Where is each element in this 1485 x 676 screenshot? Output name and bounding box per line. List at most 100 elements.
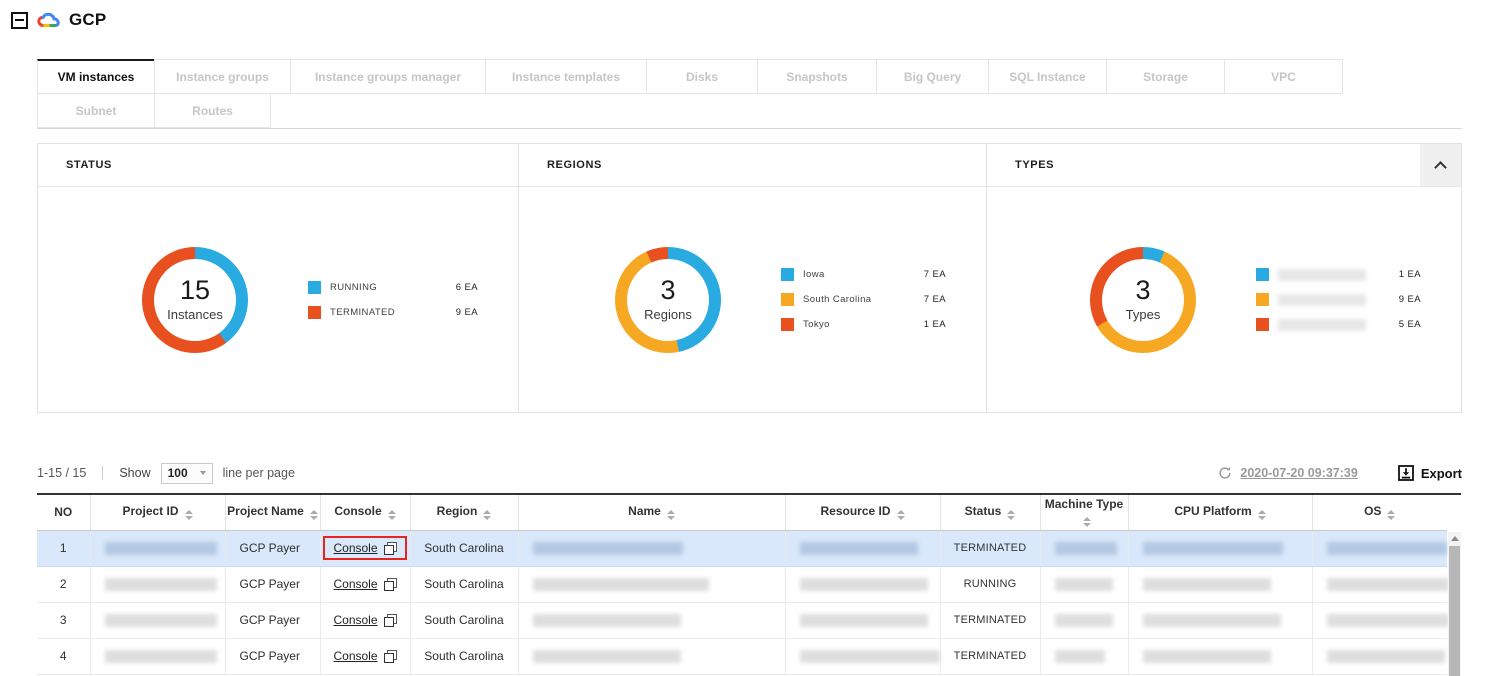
tab-subnet[interactable]: Subnet bbox=[37, 93, 155, 128]
cell-machine-type-redacted bbox=[1040, 602, 1128, 638]
cell-resource-id-redacted bbox=[785, 638, 940, 674]
page-size-select[interactable]: 100 bbox=[161, 463, 213, 484]
chevron-up-icon bbox=[1434, 161, 1447, 174]
tab-vpc[interactable]: VPC bbox=[1224, 59, 1343, 94]
tab-big-query[interactable]: Big Query bbox=[876, 59, 989, 94]
table-scrollbar[interactable] bbox=[1448, 532, 1461, 676]
type1-label-redacted bbox=[1278, 269, 1399, 281]
running-label: RUNNING bbox=[330, 282, 456, 293]
pagination-range: 1-15 / 15 bbox=[37, 466, 86, 480]
tokyo-swatch bbox=[781, 318, 794, 331]
sort-icon[interactable] bbox=[310, 510, 318, 520]
panel-regions-body: 3 Regions Iowa 7 EA South Carolina 7 EA bbox=[519, 187, 986, 412]
console-link[interactable]: Console bbox=[333, 649, 396, 663]
vm-instances-table: NO Project ID Project Name Console Regio… bbox=[37, 493, 1461, 676]
cell-status: TERMINATED bbox=[940, 602, 1040, 638]
table-row[interactable]: 1 GCP Payer Console South Carolina TERMI… bbox=[37, 530, 1447, 566]
dashboard-panels: STATUS 15 Instances RUNNING 6 EA TERMINA… bbox=[37, 143, 1462, 413]
tab-instance-groups-manager[interactable]: Instance groups manager bbox=[290, 59, 486, 94]
sort-icon[interactable] bbox=[1258, 510, 1266, 520]
cell-project-id-redacted bbox=[90, 530, 225, 566]
app-header: GCP bbox=[11, 10, 106, 30]
tab-sql-instance[interactable]: SQL Instance bbox=[988, 59, 1107, 94]
col-status[interactable]: Status bbox=[940, 495, 1040, 530]
controls-divider bbox=[102, 466, 103, 480]
cell-region: South Carolina bbox=[410, 602, 518, 638]
sort-icon[interactable] bbox=[483, 510, 491, 520]
scrollbar-up-arrow-icon[interactable] bbox=[1451, 536, 1459, 541]
regions-donut-chart: 3 Regions bbox=[615, 247, 721, 353]
tab-disks[interactable]: Disks bbox=[646, 59, 758, 94]
open-in-new-icon bbox=[384, 614, 397, 627]
console-highlight-box: Console bbox=[323, 536, 406, 560]
sort-icon[interactable] bbox=[1387, 510, 1395, 520]
status-total-value: 15 bbox=[180, 277, 210, 304]
regions-legend: Iowa 7 EA South Carolina 7 EA Tokyo 1 EA bbox=[781, 268, 986, 331]
sort-icon[interactable] bbox=[388, 510, 396, 520]
col-cpu-platform[interactable]: CPU Platform bbox=[1128, 495, 1312, 530]
table-controls: 1-15 / 15 Show 100 line per page 2020-07… bbox=[37, 458, 1462, 488]
open-in-new-icon bbox=[384, 578, 397, 591]
terminated-value: 9 EA bbox=[456, 307, 478, 318]
col-resource-id[interactable]: Resource ID bbox=[785, 495, 940, 530]
col-project-id[interactable]: Project ID bbox=[90, 495, 225, 530]
export-button[interactable]: Export bbox=[1398, 465, 1462, 481]
tab-instance-groups[interactable]: Instance groups bbox=[154, 59, 291, 94]
refresh-button[interactable] bbox=[1218, 466, 1232, 480]
cell-project-name: GCP Payer bbox=[225, 530, 320, 566]
cell-no: 3 bbox=[37, 602, 90, 638]
col-name[interactable]: Name bbox=[518, 495, 785, 530]
tab-vm-instances[interactable]: VM instances bbox=[37, 59, 155, 94]
open-in-new-icon bbox=[384, 650, 397, 663]
gcp-cloud-logo-icon bbox=[37, 12, 60, 29]
download-icon bbox=[1398, 465, 1414, 481]
status-total-label: Instances bbox=[167, 307, 223, 322]
cell-resource-id-redacted bbox=[785, 530, 940, 566]
type2-swatch bbox=[1256, 293, 1269, 306]
table-row[interactable]: 3 GCP Payer Console South Carolina TERMI… bbox=[37, 602, 1447, 638]
col-region[interactable]: Region bbox=[410, 495, 518, 530]
scrollbar-thumb[interactable] bbox=[1449, 546, 1460, 676]
types-donut-chart: 3 Types bbox=[1090, 247, 1196, 353]
collapse-panels-button[interactable] bbox=[1420, 144, 1461, 186]
refresh-timestamp-link[interactable]: 2020-07-20 09:37:39 bbox=[1240, 466, 1357, 480]
iowa-value: 7 EA bbox=[924, 269, 946, 280]
col-console[interactable]: Console bbox=[320, 495, 410, 530]
sort-icon[interactable] bbox=[185, 510, 193, 520]
south-carolina-swatch bbox=[781, 293, 794, 306]
console-link[interactable]: Console bbox=[333, 577, 396, 591]
status-legend: RUNNING 6 EA TERMINATED 9 EA bbox=[308, 281, 518, 319]
sort-icon[interactable] bbox=[1083, 517, 1091, 527]
cell-console: Console bbox=[320, 638, 410, 674]
sort-icon[interactable] bbox=[667, 510, 675, 520]
cell-no: 4 bbox=[37, 638, 90, 674]
running-value: 6 EA bbox=[456, 282, 478, 293]
cell-console: Console bbox=[320, 530, 410, 566]
panel-types-header: TYPES bbox=[987, 144, 1461, 187]
type2-value: 9 EA bbox=[1399, 294, 1421, 305]
table-row[interactable]: 4 GCP Payer Console South Carolina TERMI… bbox=[37, 638, 1447, 674]
panel-types-title: TYPES bbox=[1015, 159, 1054, 171]
sort-icon[interactable] bbox=[1007, 510, 1015, 520]
cell-os-redacted bbox=[1312, 602, 1447, 638]
tab-storage[interactable]: Storage bbox=[1106, 59, 1225, 94]
tab-routes[interactable]: Routes bbox=[154, 93, 271, 128]
console-link[interactable]: Console bbox=[333, 541, 396, 555]
sort-icon[interactable] bbox=[897, 510, 905, 520]
cell-cpu-platform-redacted bbox=[1128, 638, 1312, 674]
tab-instance-templates[interactable]: Instance templates bbox=[485, 59, 647, 94]
col-project-name[interactable]: Project Name bbox=[225, 495, 320, 530]
per-page-label: line per page bbox=[223, 466, 295, 480]
regions-total-value: 3 bbox=[660, 277, 675, 304]
col-machine-type[interactable]: Machine Type bbox=[1040, 495, 1128, 530]
legend-item-south-carolina: South Carolina 7 EA bbox=[781, 293, 946, 306]
show-label: Show bbox=[119, 466, 150, 480]
cell-cpu-platform-redacted bbox=[1128, 602, 1312, 638]
col-os[interactable]: OS bbox=[1312, 495, 1447, 530]
cell-project-id-redacted bbox=[90, 638, 225, 674]
console-link[interactable]: Console bbox=[333, 613, 396, 627]
panel-status-body: 15 Instances RUNNING 6 EA TERMINATED 9 E… bbox=[38, 187, 518, 412]
tab-snapshots[interactable]: Snapshots bbox=[757, 59, 877, 94]
collapse-section-icon[interactable] bbox=[11, 12, 28, 29]
table-row[interactable]: 2 GCP Payer Console South Carolina RUNNI… bbox=[37, 566, 1447, 602]
